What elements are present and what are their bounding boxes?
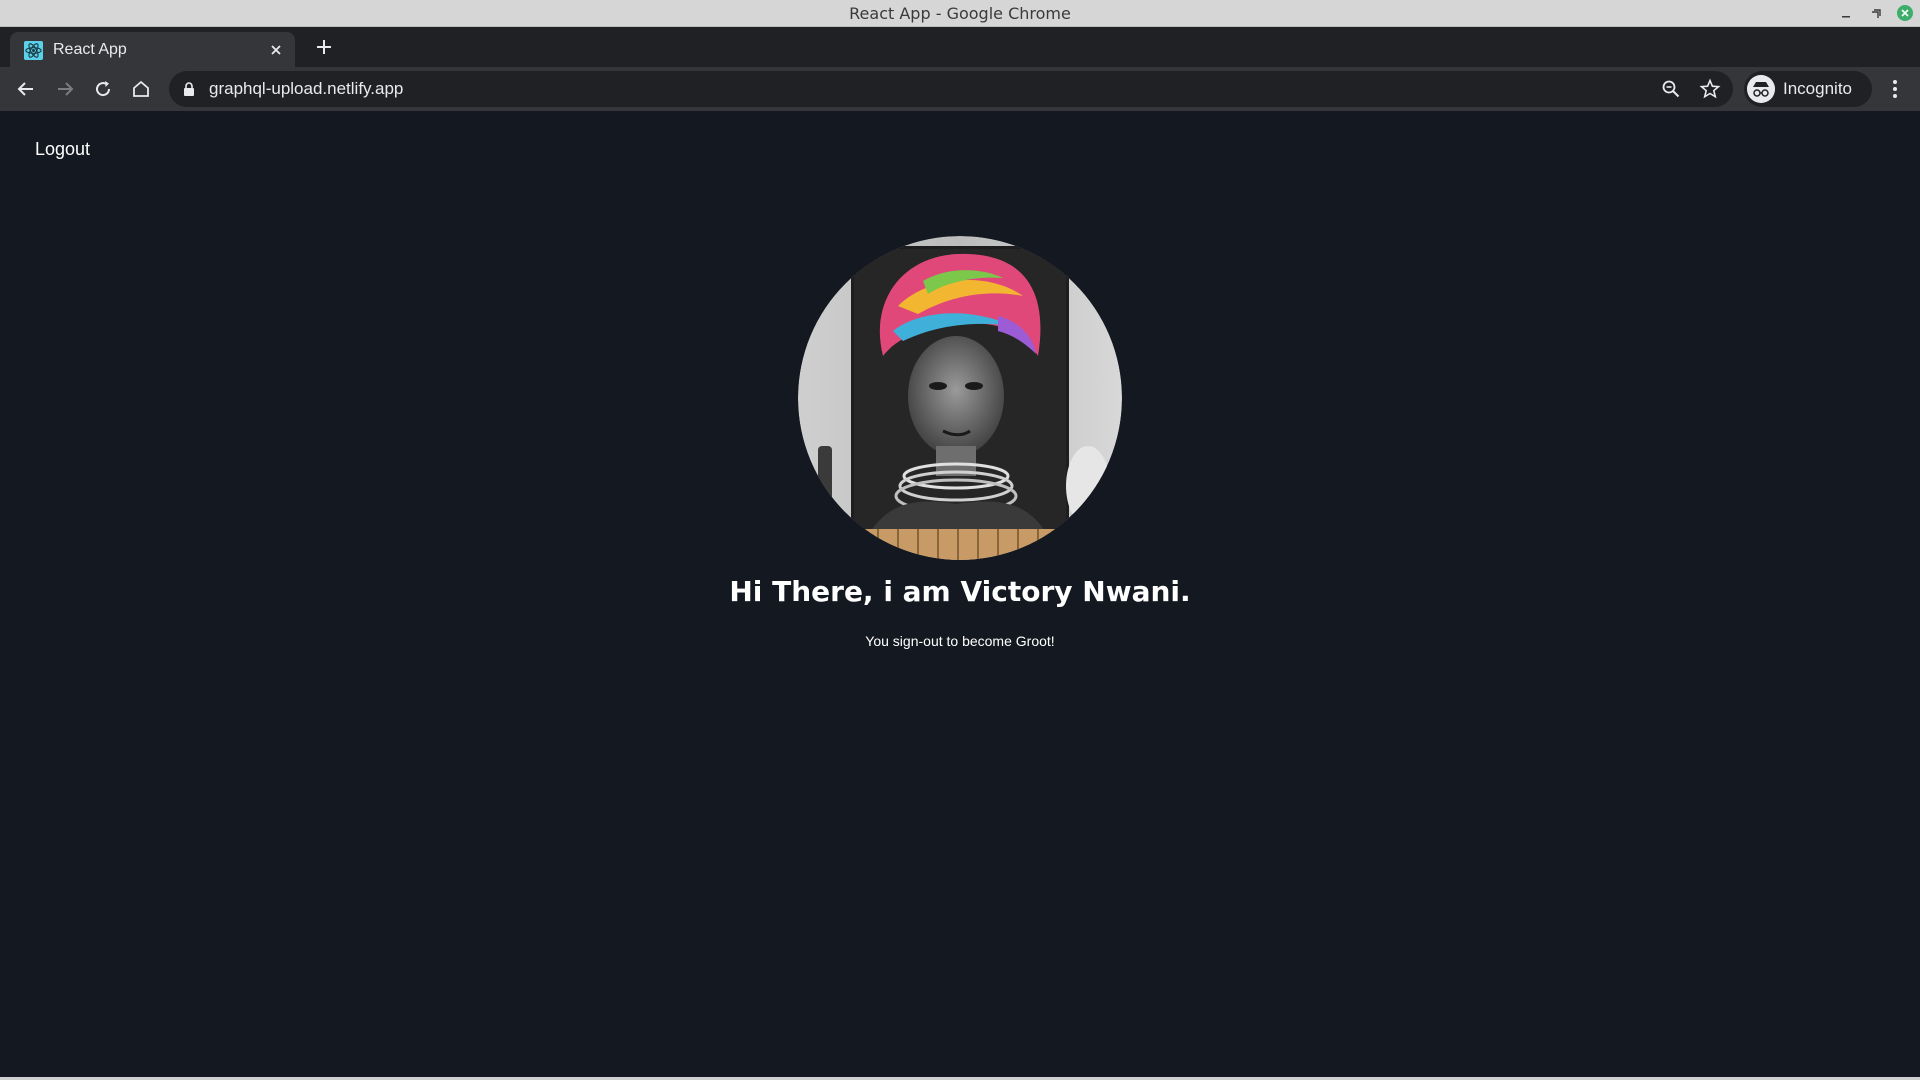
incognito-profile-button[interactable]: Incognito bbox=[1744, 71, 1872, 107]
close-tab-icon[interactable] bbox=[268, 42, 284, 58]
arrow-right-icon bbox=[58, 82, 74, 96]
home-button[interactable] bbox=[128, 76, 154, 102]
reload-icon bbox=[96, 81, 111, 97]
back-button[interactable] bbox=[13, 76, 39, 102]
lock-icon[interactable] bbox=[183, 82, 195, 96]
incognito-icon bbox=[1747, 75, 1775, 103]
signout-subtext: You sign-out to become Groot! bbox=[865, 633, 1055, 649]
forward-button[interactable] bbox=[52, 76, 78, 102]
profile-avatar-image bbox=[798, 236, 1122, 560]
close-icon bbox=[1901, 9, 1909, 17]
os-title-bar: React App - Google Chrome bbox=[0, 0, 1920, 27]
react-logo-icon bbox=[24, 41, 43, 60]
address-bar[interactable]: graphql-upload.netlify.app bbox=[169, 71, 1733, 107]
minimize-button[interactable] bbox=[1838, 6, 1853, 21]
logout-link[interactable]: Logout bbox=[35, 139, 90, 160]
minimize-icon bbox=[1841, 15, 1850, 17]
browser-toolbar: graphql-upload.netlify.app Incognito bbox=[0, 67, 1920, 111]
maximize-button[interactable] bbox=[1868, 6, 1883, 21]
new-tab-icon[interactable] bbox=[313, 36, 335, 58]
reload-button[interactable] bbox=[90, 76, 116, 102]
kebab-menu-icon bbox=[1893, 80, 1897, 98]
arrow-left-icon bbox=[17, 82, 33, 96]
window-title: React App - Google Chrome bbox=[849, 4, 1071, 23]
profile-label: Incognito bbox=[1783, 79, 1852, 98]
browser-menu-button[interactable] bbox=[1882, 76, 1908, 102]
tab-strip: React App bbox=[0, 27, 1920, 67]
home-icon bbox=[133, 80, 149, 97]
restore-icon bbox=[1871, 8, 1881, 18]
bookmark-star-icon[interactable] bbox=[1699, 78, 1721, 100]
close-window-button[interactable] bbox=[1897, 5, 1913, 21]
greeting-heading: Hi There, i am Victory Nwani. bbox=[729, 575, 1191, 608]
tab-react-app[interactable]: React App bbox=[10, 32, 295, 67]
page-content: Logout Hi There, i am Victory Nwani. You… bbox=[0, 111, 1920, 1077]
zoom-icon[interactable] bbox=[1661, 79, 1681, 99]
url-text: graphql-upload.netlify.app bbox=[209, 79, 404, 98]
tab-title: React App bbox=[53, 41, 127, 58]
